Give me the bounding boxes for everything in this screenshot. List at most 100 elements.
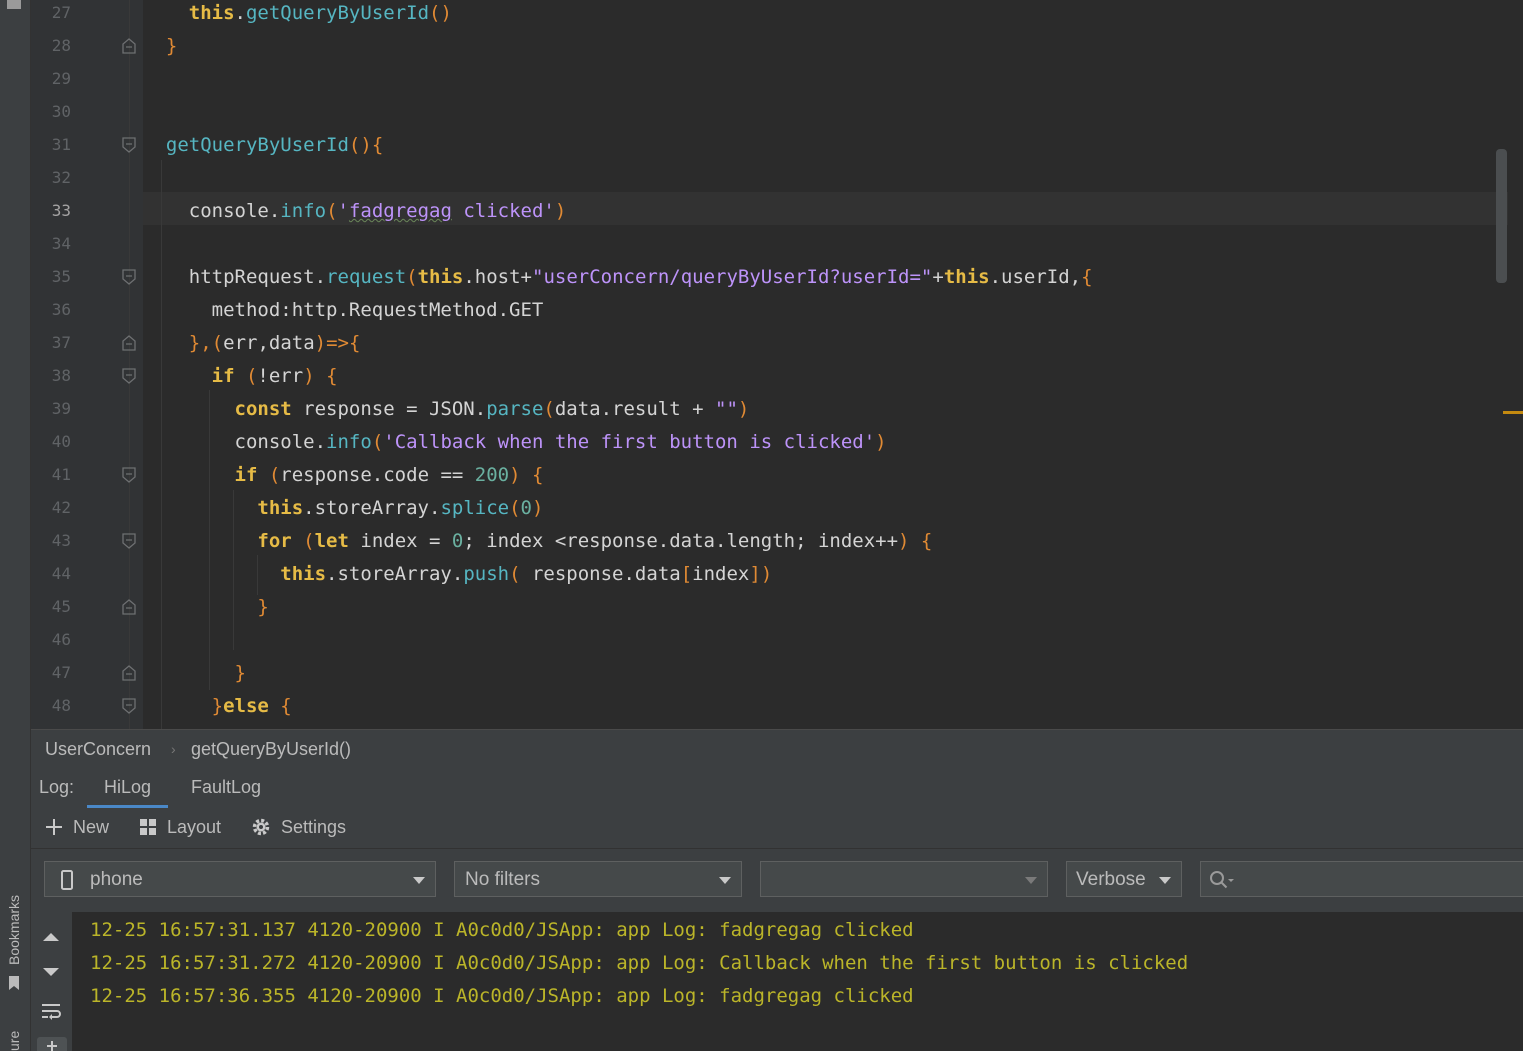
log-level-select[interactable]: Verbose — [1066, 861, 1182, 897]
line-number: 29 — [51, 69, 71, 88]
code-line-39[interactable]: const response = JSON.parse(data.result … — [143, 396, 750, 429]
gear-icon — [252, 818, 270, 836]
line-number: 40 — [51, 432, 71, 451]
code-line-36[interactable]: method:http.RequestMethod.GET — [143, 297, 544, 330]
breadcrumb-method[interactable]: getQueryByUserId() — [191, 730, 351, 768]
code-editor[interactable]: 27 28 29 30 31 32 33 34 35 36 37 38 39 40 41 42 43 44 45 46… — [31, 0, 1523, 729]
line-number: 39 — [51, 399, 71, 418]
tab-hilog[interactable]: HiLog — [87, 768, 169, 808]
filter-select-value: No filters — [465, 869, 540, 890]
soft-wrap-icon[interactable] — [41, 1002, 61, 1022]
fold-open-icon[interactable] — [122, 533, 136, 549]
line-number: 28 — [51, 36, 71, 55]
code-line-38[interactable]: if (!err) { — [143, 363, 338, 396]
code-line-40[interactable]: console.info('Callback when the first bu… — [143, 429, 887, 462]
log-tab-bar: Log: HiLog FaultLog — [31, 768, 1523, 808]
log-filter-bar: phone No filters Verbose — [31, 848, 1523, 913]
chevron-down-icon — [413, 877, 425, 884]
line-number: 36 — [51, 300, 71, 319]
line-number: 37 — [51, 333, 71, 352]
fold-open-icon[interactable] — [122, 467, 136, 483]
log-line: 12-25 16:57:36.355 4120-20900 I A0c0d0/J… — [90, 985, 914, 1007]
line-number: 48 — [51, 696, 71, 715]
structure-tab-label: ure — [6, 1030, 22, 1051]
chevron-down-icon — [1025, 877, 1037, 884]
line-number: 38 — [51, 366, 71, 385]
log-panel: Log: HiLog FaultLog New Layout Settings … — [31, 768, 1523, 1051]
more-actions-button[interactable] — [37, 1037, 67, 1051]
code-line-44[interactable]: this.storeArray.push( response.data[inde… — [143, 561, 772, 594]
plus-icon — [47, 1041, 57, 1051]
scroll-down-icon[interactable] — [42, 967, 60, 979]
code-line-42[interactable]: this.storeArray.splice(0) — [143, 495, 543, 528]
layout-button-label: Layout — [167, 817, 222, 837]
fold-close-icon[interactable] — [122, 335, 136, 351]
log-line: 12-25 16:57:31.137 4120-20900 I A0c0d0/J… — [90, 919, 914, 941]
bookmarks-tab[interactable]: Bookmarks — [2, 880, 28, 1000]
line-number: 45 — [51, 597, 71, 616]
log-side-toolbar — [31, 912, 71, 1051]
line-number: 35 — [51, 267, 71, 286]
line-number: 31 — [51, 135, 71, 154]
breadcrumb-class[interactable]: UserConcern — [45, 730, 151, 768]
code-line-41[interactable]: if (response.code == 200) { — [143, 462, 544, 495]
layout-button[interactable]: Layout — [139, 808, 221, 846]
line-number: 42 — [51, 498, 71, 517]
line-number: 27 — [51, 3, 71, 22]
fold-open-icon[interactable] — [122, 368, 136, 384]
log-toolbar: New Layout Settings — [31, 808, 1523, 848]
fold-close-icon[interactable] — [122, 599, 136, 615]
fold-open-icon[interactable] — [122, 269, 136, 285]
line-number: 33 — [51, 201, 71, 220]
line-number: 34 — [51, 234, 71, 253]
left-tool-strip: Bookmarks ure — [0, 0, 31, 1051]
new-button[interactable]: New — [45, 808, 109, 846]
filter-select[interactable]: No filters — [454, 861, 742, 897]
log-label: Log: — [39, 777, 75, 797]
process-select[interactable] — [760, 861, 1048, 897]
line-number: 41 — [51, 465, 71, 484]
line-number: 46 — [51, 630, 71, 649]
code-line-37[interactable]: },(err,data)=>{ — [143, 330, 361, 363]
settings-button-label: Settings — [281, 817, 347, 837]
breadcrumb-separator: › — [171, 741, 176, 757]
device-select[interactable]: phone — [44, 861, 436, 897]
warning-stripe-marker[interactable] — [1503, 411, 1523, 414]
code-line-47[interactable]: } — [143, 660, 246, 693]
log-output[interactable]: 12-25 16:57:31.137 4120-20900 I A0c0d0/J… — [72, 912, 1523, 1051]
chevron-down-icon — [719, 877, 731, 884]
plus-icon — [46, 819, 62, 835]
tab-faultlog[interactable]: FaultLog — [191, 768, 261, 806]
code-line-28[interactable]: } — [143, 33, 177, 66]
phone-icon — [61, 870, 73, 890]
fold-close-icon[interactable] — [122, 38, 136, 54]
bookmark-icon — [9, 976, 19, 990]
log-line: 12-25 16:57:31.272 4120-20900 I A0c0d0/J… — [90, 952, 1189, 974]
layout-grid-icon — [140, 819, 156, 835]
bookmarks-tab-label: Bookmarks — [6, 894, 22, 965]
code-line-27[interactable]: this.getQueryByUserId() — [143, 0, 452, 33]
code-line-48[interactable]: }else { — [143, 693, 292, 726]
fold-open-icon[interactable] — [122, 137, 136, 153]
line-number: 47 — [51, 663, 71, 682]
scroll-up-icon[interactable] — [42, 930, 60, 942]
chevron-down-icon — [1159, 877, 1171, 884]
code-line-33[interactable]: console.info('fadgregag clicked') — [143, 198, 567, 231]
settings-button[interactable]: Settings — [251, 808, 346, 846]
code-line-43[interactable]: for (let index = 0; index <response.data… — [143, 528, 932, 561]
line-number: 30 — [51, 102, 71, 121]
breadcrumb: UserConcern › getQueryByUserId() — [31, 729, 1523, 769]
tool-window-button[interactable] — [7, 0, 21, 9]
device-select-value: phone — [90, 869, 143, 890]
log-search-input[interactable] — [1200, 861, 1523, 897]
typo-underline: fadgregag — [348, 200, 452, 222]
search-icon — [1210, 871, 1234, 889]
code-line-45[interactable]: } — [143, 594, 268, 627]
code-line-35[interactable]: httpRequest.request(this.host+"userConce… — [143, 264, 1093, 297]
line-number: 44 — [51, 564, 71, 583]
fold-close-icon[interactable] — [122, 665, 136, 681]
editor-scrollbar[interactable] — [1496, 149, 1507, 283]
fold-open-icon[interactable] — [122, 698, 136, 714]
line-number: 32 — [51, 168, 71, 187]
code-line-31[interactable]: getQueryByUserId(){ — [143, 132, 383, 165]
